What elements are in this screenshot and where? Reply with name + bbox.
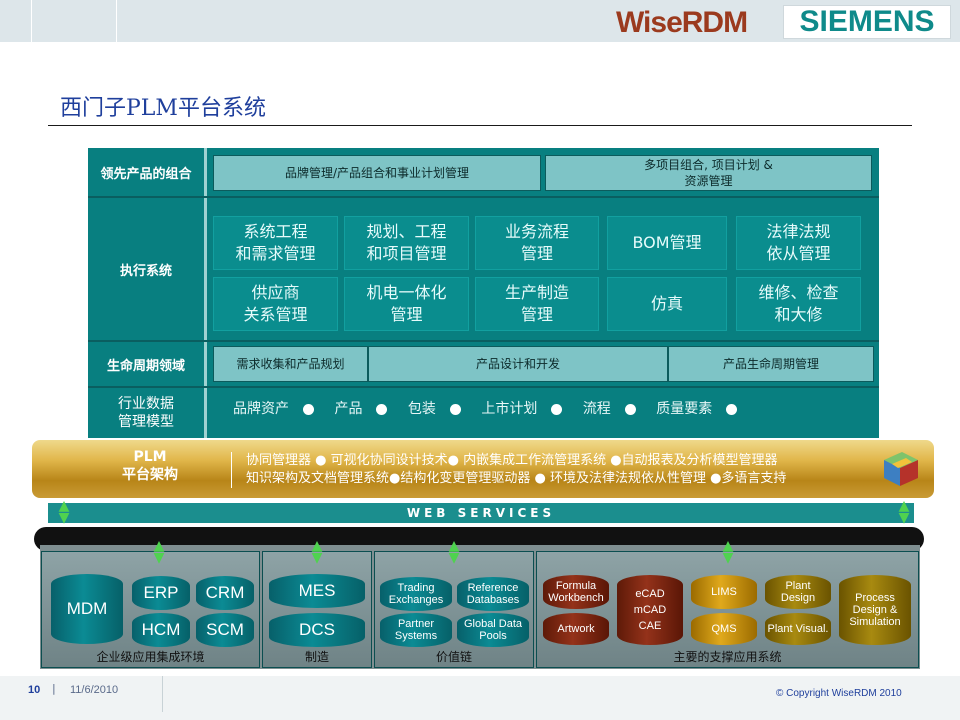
plant-visual-cylinder[interactable]: Plant Visual. [765, 613, 831, 645]
mdm-cylinder[interactable]: MDM [51, 574, 123, 644]
bullet-dot [551, 403, 563, 415]
execution-system-cell[interactable]: BOM管理 [607, 216, 727, 270]
mes-cylinder[interactable]: MES [269, 574, 365, 608]
segment-label-support: 主要的支撑应用系统 [673, 650, 782, 664]
reference-databases-cylinder[interactable]: Reference Databases [457, 577, 529, 611]
dcs-cylinder[interactable]: DCS [269, 613, 365, 647]
double-arrow-icon: ▲ ▼ [153, 538, 165, 566]
datamodel-item: 质量要素 [656, 401, 713, 417]
footer-date: 11/6/2010 [70, 684, 119, 696]
footer-separator: | [52, 682, 56, 695]
trading-exchanges-cylinder[interactable]: Trading Exchanges [380, 577, 452, 611]
wiserdm-logo: WiseRDM [616, 6, 748, 39]
datamodel-item: 流程 [582, 401, 611, 417]
partner-systems-cylinder[interactable]: Partner Systems [380, 613, 452, 647]
execution-system-cell[interactable]: 规划、工程 和项目管理 [344, 216, 469, 270]
scm-cylinder[interactable]: SCM [196, 613, 254, 647]
cell-requirements[interactable]: 需求收集和产品规划 [213, 346, 368, 382]
erp-cylinder[interactable]: ERP [132, 576, 190, 610]
bullet-dot [449, 403, 461, 415]
datamodel-item: 品牌资产 [233, 401, 289, 417]
execution-system-cell[interactable]: 法律法规 依从管理 [736, 216, 861, 270]
datamodel-item: 产品 [334, 401, 363, 417]
datamodel-list: 品牌资产 产品 包装 上市计划 流程 质量要素 [233, 398, 753, 418]
formula-workbench-cylinder[interactable]: Formula Workbench [543, 575, 609, 609]
plm-divider [231, 452, 232, 488]
footer-divider [162, 676, 163, 712]
plm-features-line1: 协同管理器 ● 可视化协同设计技术● 内嵌集成工作流管理系统 ●自动报表及分析模… [246, 453, 778, 468]
cell-project-portfolio[interactable]: 多项目组合, 项目计划 & 资源管理 [545, 155, 872, 191]
cell-lifecycle-mgmt[interactable]: 产品生命周期管理 [668, 346, 874, 382]
cube-icon [884, 452, 918, 486]
row-label-datamodel: 行业数据 管理模型 [88, 388, 207, 438]
execution-system-cell[interactable]: 业务流程 管理 [475, 216, 599, 270]
double-arrow-icon: ▲ ▼ [448, 538, 460, 566]
execution-system-cell[interactable]: 系统工程 和需求管理 [213, 216, 338, 270]
row-label-lifecycle: 生命周期领域 [88, 342, 207, 386]
header-divider [116, 0, 117, 42]
execution-system-cell[interactable]: 机电一体化 管理 [344, 277, 469, 331]
title-underline [48, 125, 912, 126]
header-divider [31, 0, 32, 42]
double-arrow-icon: ▲ ▼ [898, 498, 910, 526]
page-number: 10 [28, 684, 41, 696]
double-arrow-icon: ▲ ▼ [722, 538, 734, 566]
footer-copyright: © Copyright WiseRDM 2010 [776, 688, 902, 699]
page-title: 西门子PLM平台系统 [60, 96, 266, 121]
row-label-execution: 执行系统 [88, 198, 207, 340]
double-arrow-icon: ▲ ▼ [311, 538, 323, 566]
process-design-cylinder[interactable]: Process Design & Simulation [839, 575, 911, 645]
lims-cylinder[interactable]: LIMS [691, 575, 757, 609]
plm-features-line2: 知识架构及文档管理系统●结构化变更管理驱动器 ● 环境及法律法规依从性管理 ●多… [246, 471, 787, 486]
segment-label-enterprise: 企业级应用集成环境 [96, 650, 205, 664]
qms-cylinder[interactable]: QMS [691, 613, 757, 645]
segment-label-value-chain: 价值链 [435, 650, 472, 664]
datamodel-item: 包装 [407, 401, 436, 417]
global-data-pools-cylinder[interactable]: Global Data Pools [457, 613, 529, 647]
datamodel-item: 上市计划 [481, 401, 538, 417]
bullet-dot [624, 403, 636, 415]
bullet-dot [303, 403, 314, 415]
bullet-dot [376, 403, 388, 415]
plant-design-cylinder[interactable]: Plant Design [765, 575, 831, 609]
hcm-cylinder[interactable]: HCM [132, 613, 190, 647]
bullet-dot [726, 403, 738, 415]
web-services-bar: WEB SERVICES [48, 503, 914, 523]
double-arrow-icon: ▲ ▼ [58, 498, 70, 526]
siemens-logo: SIEMENS [783, 5, 951, 39]
segment-label-manufacturing: 制造 [304, 650, 329, 664]
ecad-mcad-cae-cylinder[interactable]: eCAD mCAD CAE [617, 575, 683, 645]
artwork-cylinder[interactable]: Artwork [543, 613, 609, 645]
row-label-portfolio: 领先产品的组合 [88, 148, 207, 196]
crm-cylinder[interactable]: CRM [196, 576, 254, 610]
execution-system-cell[interactable]: 维修、检查 和大修 [736, 277, 861, 331]
execution-system-cell[interactable]: 仿真 [607, 277, 727, 331]
execution-system-cell[interactable]: 供应商 关系管理 [213, 277, 338, 331]
cell-brand-management[interactable]: 品牌管理/产品组合和事业计划管理 [213, 155, 541, 191]
cell-design-dev[interactable]: 产品设计和开发 [368, 346, 668, 382]
execution-system-cell[interactable]: 生产制造 管理 [475, 277, 599, 331]
plm-features: 协同管理器 ● 可视化协同设计技术● 内嵌集成工作流管理系统 ●自动报表及分析模… [246, 452, 786, 488]
plm-platform-title: PLM 平台架构 [122, 449, 178, 483]
